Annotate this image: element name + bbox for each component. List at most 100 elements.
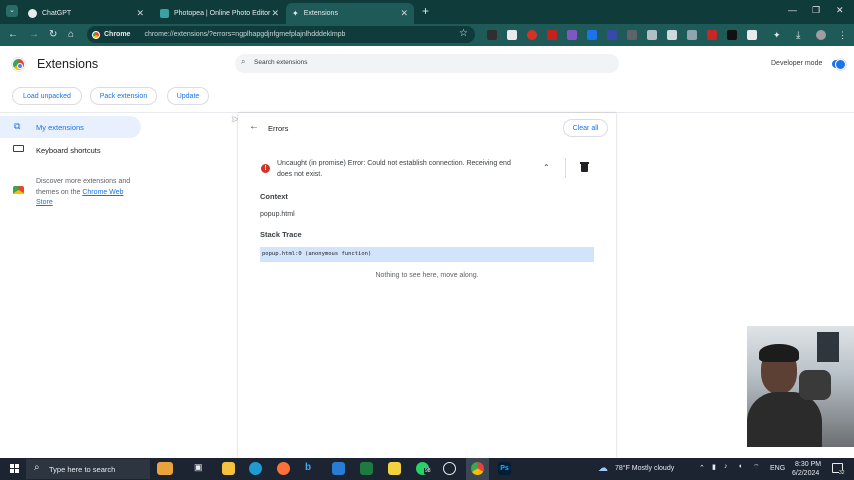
back-icon[interactable]: ← — [8, 29, 18, 40]
search-placeholder: Search extensions — [254, 59, 308, 66]
extension-icon[interactable] — [687, 30, 697, 40]
extension-icon[interactable] — [567, 30, 577, 40]
chrome-icon — [92, 30, 100, 39]
webcam-overlay — [747, 326, 854, 447]
delete-trash-icon[interactable] — [581, 164, 588, 172]
tab-chatgpt[interactable]: ChatGPT ✕ — [22, 3, 150, 24]
new-tab-button[interactable]: + — [422, 4, 429, 18]
url-text[interactable]: chrome://extensions/?errors=ngplhapgdjnf… — [144, 31, 345, 38]
close-tab-icon[interactable]: ✕ — [400, 8, 408, 19]
extension-icon[interactable] — [667, 30, 677, 40]
context-heading: Context — [260, 192, 288, 201]
tray-chevron-icon[interactable]: ⌃ — [699, 464, 705, 472]
taskbar-search-box[interactable]: ⌕ Type here to search — [26, 459, 150, 479]
language-indicator[interactable]: ENG — [770, 465, 785, 472]
stack-trace-text: popup.html:0 (anonymous function) — [262, 251, 372, 257]
close-tab-icon[interactable]: ✕ — [136, 8, 144, 19]
extension-icon[interactable] — [547, 30, 557, 40]
update-button[interactable]: Update — [167, 87, 209, 105]
menu-icon[interactable]: ⋮ — [838, 30, 848, 40]
search-icon: ⌕ — [34, 462, 40, 473]
extension-icon[interactable] — [627, 30, 637, 40]
context-value: popup.html — [260, 211, 295, 218]
developer-mode-toggle[interactable] — [832, 59, 846, 70]
photoshop-icon[interactable]: Ps — [498, 462, 511, 475]
pack-extension-button[interactable]: Pack extension — [90, 87, 157, 105]
sidebar-item-keyboard-shortcuts[interactable]: Keyboard shortcuts — [0, 140, 141, 160]
back-arrow-icon[interactable]: ← — [249, 121, 259, 132]
tray-app-icon[interactable]: ▮ — [712, 463, 716, 471]
vertical-divider — [565, 158, 566, 178]
extension-icon[interactable] — [727, 30, 737, 40]
edge-icon[interactable] — [249, 462, 262, 475]
stack-trace-line[interactable]: popup.html:0 (anonymous function) — [260, 247, 594, 262]
tab-title: ChatGPT — [42, 10, 72, 17]
tab-photopea[interactable]: Photopea | Online Photo Editor ✕ — [154, 3, 285, 24]
windows-start-icon[interactable] — [10, 464, 19, 473]
bookmark-star-icon[interactable]: ☆ — [459, 28, 468, 39]
extension-icon[interactable] — [707, 30, 717, 40]
weather-icon: ☁ — [598, 463, 608, 474]
sidebar-item-my-extensions[interactable]: ⧉ My extensions — [0, 116, 141, 138]
puzzle-icon: ⧉ — [14, 121, 21, 131]
tab-search-icon[interactable]: ⌄ — [6, 5, 18, 17]
media-icon[interactable] — [443, 462, 456, 475]
microphone — [799, 370, 831, 400]
forward-icon[interactable]: → — [29, 29, 39, 40]
pen-extension-icon[interactable] — [487, 30, 497, 40]
chevron-up-icon[interactable]: ⌃ — [543, 163, 550, 172]
extensions-puzzle-icon[interactable]: ✦ — [773, 30, 783, 40]
site-chip[interactable]: Chrome — [92, 30, 130, 39]
profile-avatar[interactable] — [816, 30, 826, 40]
puzzle-icon: ✦ — [292, 9, 299, 18]
task-view-icon[interactable]: ▣ — [194, 462, 207, 475]
restore-icon[interactable]: ❐ — [812, 5, 820, 16]
developer-mode-label: Developer mode — [771, 60, 823, 67]
firefox-icon[interactable] — [277, 462, 290, 475]
monitor — [817, 332, 839, 362]
mail-icon[interactable] — [332, 462, 345, 475]
photopea-icon — [160, 9, 169, 18]
clear-all-button[interactable]: Clear all — [563, 119, 608, 137]
bing-icon[interactable]: b — [305, 462, 318, 475]
download-icon[interactable]: ⤓ — [796, 30, 806, 41]
file-explorer-icon[interactable] — [222, 462, 235, 475]
extension-icon[interactable] — [747, 30, 757, 40]
browser-titlebar: ⌄ ChatGPT ✕ Photopea | Online Photo Edit… — [0, 0, 854, 24]
extension-icon[interactable] — [647, 30, 657, 40]
extension-icon[interactable] — [607, 30, 617, 40]
minimize-icon[interactable]: — — [788, 5, 797, 15]
extension-icon[interactable] — [587, 30, 597, 40]
whatsapp-badge: 98 — [424, 468, 432, 474]
weather-text[interactable]: 78°F Mostly cloudy — [615, 465, 674, 472]
excel-icon[interactable] — [360, 462, 373, 475]
address-bar[interactable]: Chrome chrome://extensions/?errors=ngplh… — [87, 26, 475, 43]
network-icon[interactable]: ⌔ — [753, 463, 760, 472]
clock-date[interactable]: 6/2/2024 — [792, 470, 819, 477]
home-icon[interactable]: ⌂ — [68, 29, 74, 40]
close-window-icon[interactable]: ✕ — [836, 5, 844, 16]
volume-icon[interactable]: ◖ — [738, 463, 742, 470]
sticky-notes-icon[interactable] — [388, 462, 401, 475]
reload-icon[interactable]: ↻ — [49, 29, 57, 40]
empty-code-message: Nothing to see here, move along. — [375, 272, 479, 279]
page-title: Extensions — [37, 57, 99, 71]
tab-title: Extensions — [303, 10, 338, 17]
tab-title: Photopea | Online Photo Editor — [174, 10, 271, 17]
microphone-icon[interactable]: ♪ — [724, 463, 728, 470]
error-message[interactable]: Uncaught (in promise) Error: Could not e… — [277, 159, 527, 180]
load-unpacked-button[interactable]: Load unpacked — [12, 87, 82, 105]
person-body — [747, 392, 822, 447]
extension-icon[interactable] — [507, 30, 517, 40]
store-bag-icon[interactable] — [157, 462, 173, 475]
sidebar-item-label: My extensions — [36, 123, 84, 132]
tab-extensions[interactable]: ✦ Extensions ✕ — [286, 3, 414, 24]
extension-icon[interactable] — [527, 30, 537, 40]
web-store-icon — [13, 186, 24, 194]
discover-text: Discover more extensions and themes on t… — [36, 177, 136, 209]
chrome-taskbar-icon[interactable] — [471, 462, 484, 475]
clock-time[interactable]: 8:30 PM — [795, 461, 821, 468]
keyboard-icon — [13, 145, 24, 152]
trash-lid — [580, 162, 589, 164]
close-tab-icon[interactable]: ✕ — [271, 8, 279, 19]
